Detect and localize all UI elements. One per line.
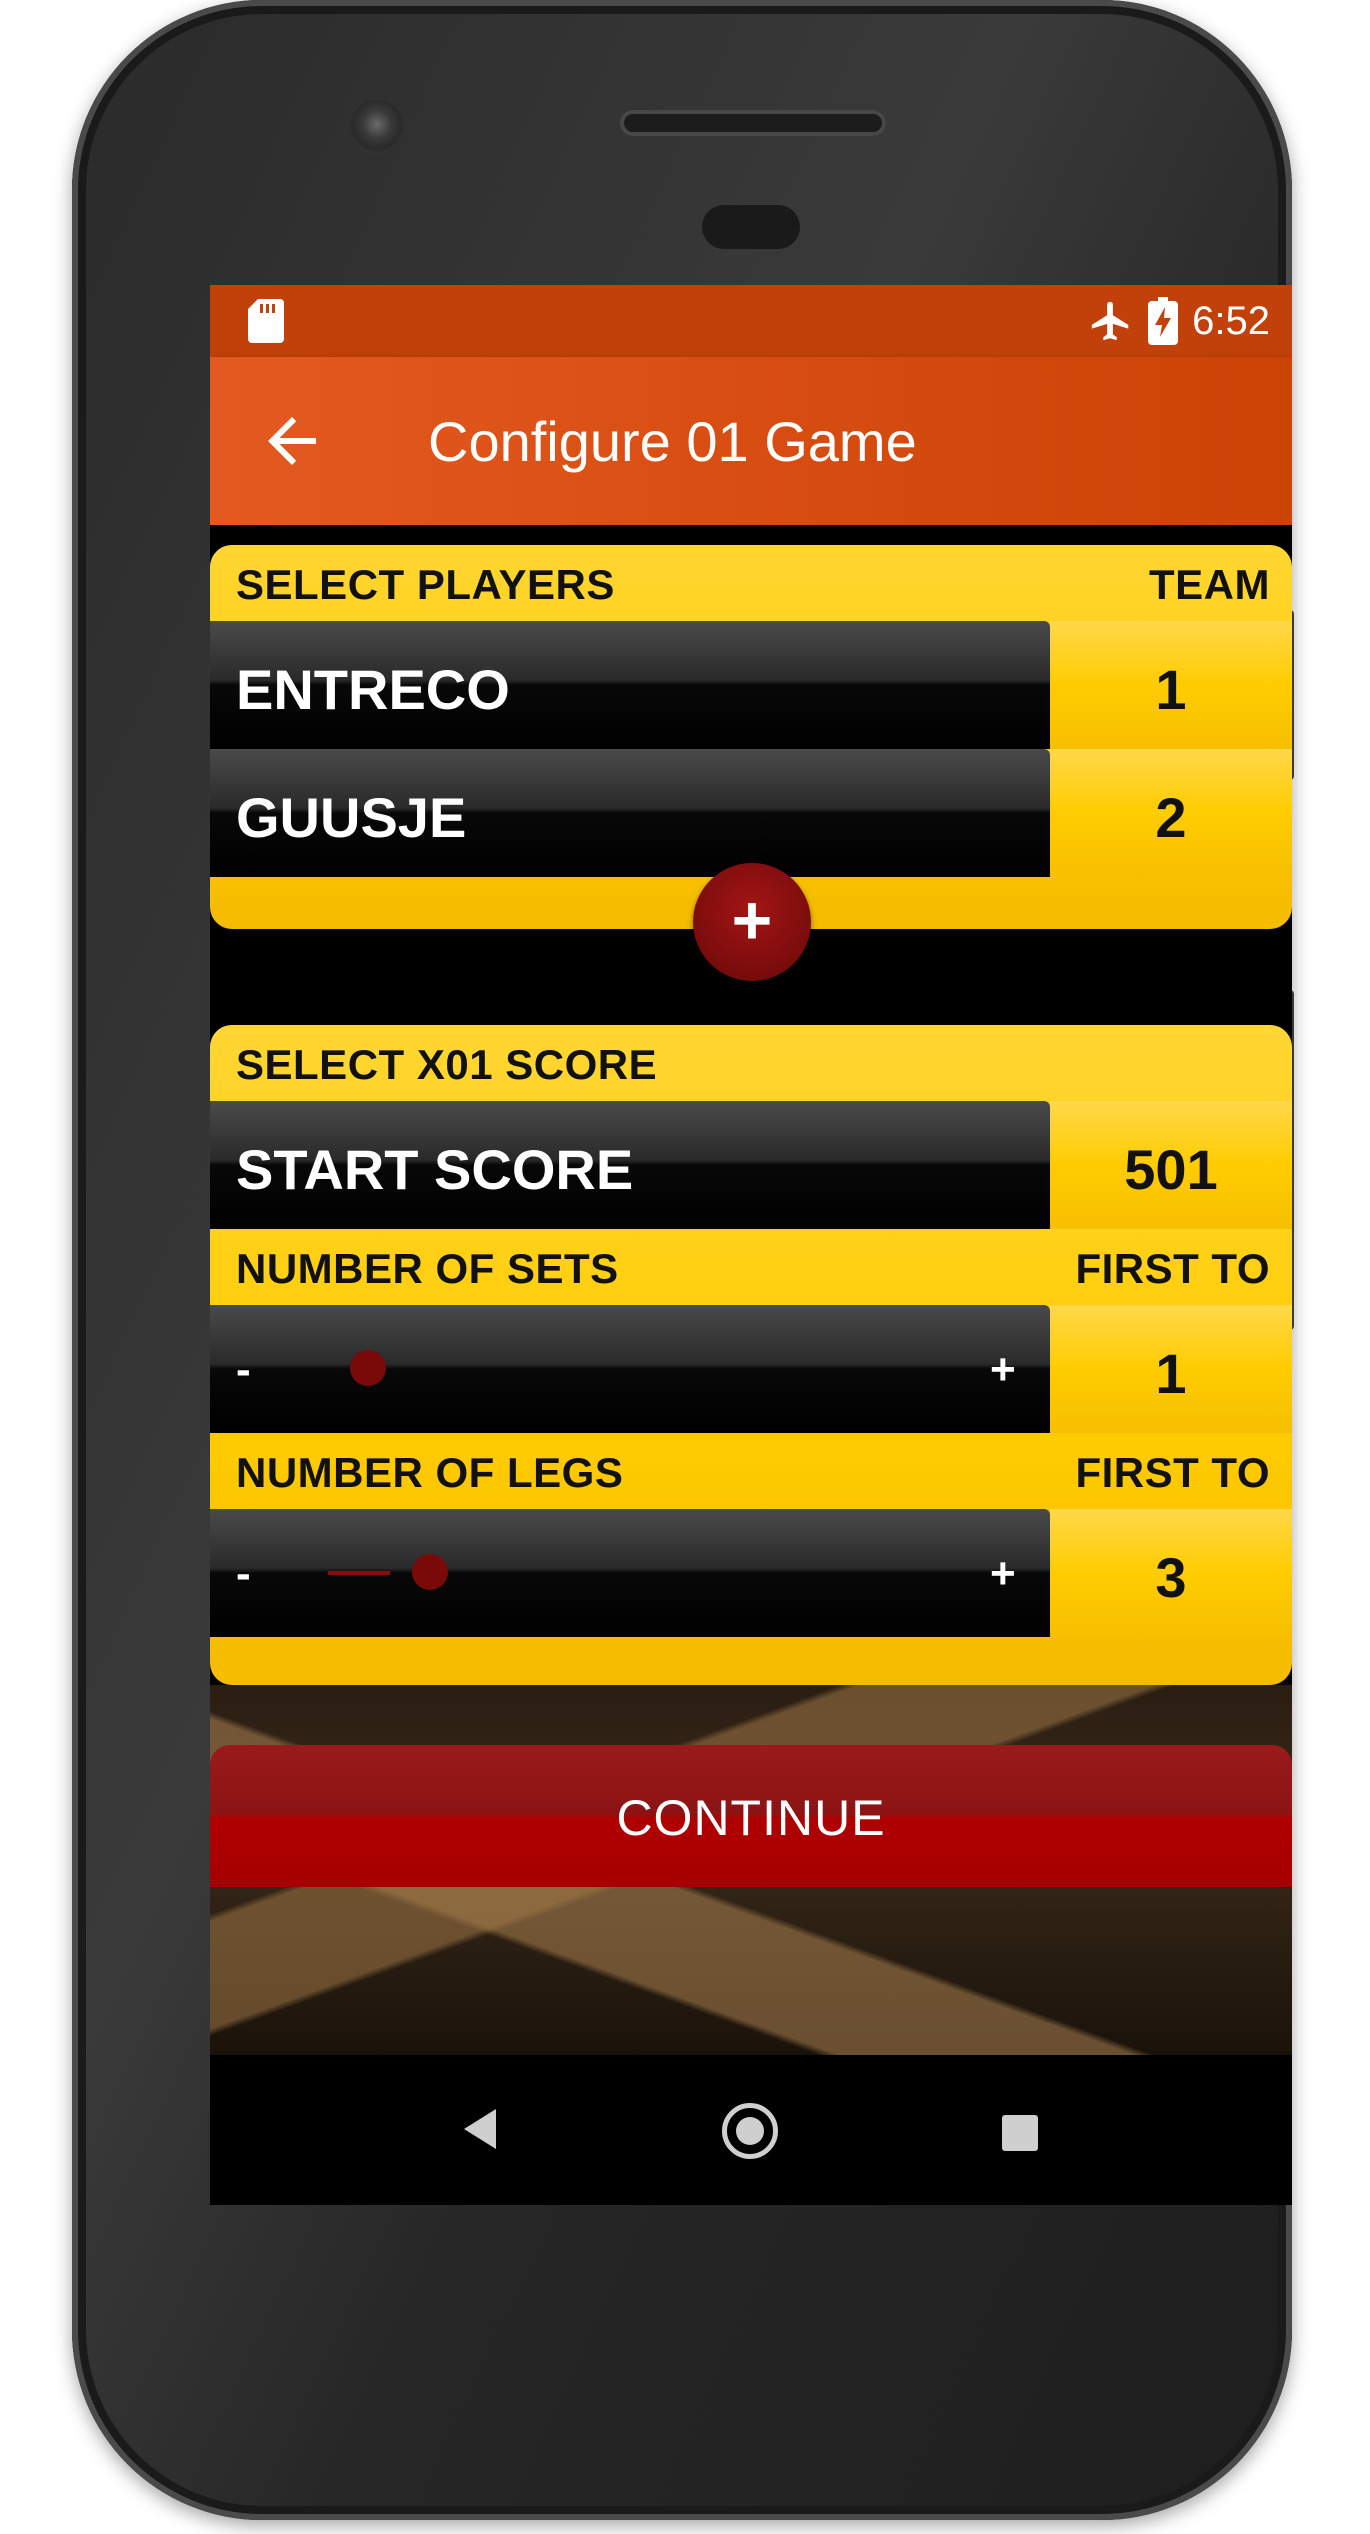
players-header: SELECT PLAYERS TEAM bbox=[210, 545, 1292, 621]
start-score-value-cell[interactable]: 501 bbox=[1050, 1101, 1292, 1229]
continue-label: CONTINUE bbox=[616, 1790, 886, 1846]
sets-slider[interactable] bbox=[328, 1350, 948, 1386]
app-bar: Configure 01 Game bbox=[210, 357, 1292, 525]
legs-header: NUMBER OF LEGS FIRST TO bbox=[210, 1433, 1292, 1509]
sets-value-cell: 1 bbox=[1050, 1305, 1292, 1433]
sets-row: - + 1 bbox=[210, 1305, 1292, 1433]
proximity-sensor bbox=[702, 205, 800, 249]
nav-home-icon[interactable] bbox=[722, 2103, 778, 2159]
legs-first-to-label: FIRST TO bbox=[1075, 1449, 1270, 1496]
sets-header: NUMBER OF SETS FIRST TO bbox=[210, 1229, 1292, 1305]
airplane-icon bbox=[1091, 301, 1129, 341]
sets-plus-button[interactable]: + bbox=[990, 1345, 1016, 1395]
legs-slider-thumb[interactable] bbox=[412, 1554, 448, 1590]
number-of-sets-label: NUMBER OF SETS bbox=[236, 1245, 619, 1292]
sets-minus-button[interactable]: - bbox=[236, 1345, 251, 1395]
nav-back-icon[interactable] bbox=[460, 2105, 500, 2153]
status-time: 6:52 bbox=[1192, 298, 1270, 343]
page-title: Configure 01 Game bbox=[428, 410, 917, 473]
nav-recents-icon[interactable] bbox=[1002, 2115, 1038, 2151]
player-team: 1 bbox=[1155, 658, 1187, 721]
arrow-left-icon[interactable] bbox=[256, 405, 328, 477]
team-label: TEAM bbox=[1149, 561, 1270, 608]
add-player-button[interactable]: + bbox=[693, 863, 811, 981]
battery-charging-icon bbox=[1148, 297, 1179, 345]
start-score-label-cell[interactable]: START SCORE bbox=[210, 1101, 1050, 1229]
player-name-cell[interactable]: ENTRECO bbox=[210, 621, 1050, 749]
legs-slider-cell: - + bbox=[210, 1509, 1050, 1637]
legs-slider[interactable] bbox=[328, 1554, 948, 1590]
legs-value-cell: 3 bbox=[1050, 1509, 1292, 1637]
legs-slider-fill bbox=[328, 1571, 390, 1575]
legs-plus-button[interactable]: + bbox=[990, 1549, 1016, 1599]
start-score-row[interactable]: START SCORE 501 bbox=[210, 1101, 1292, 1229]
continue-button[interactable]: CONTINUE bbox=[210, 1745, 1292, 1887]
select-players-label: SELECT PLAYERS bbox=[236, 561, 615, 608]
earpiece-speaker bbox=[620, 110, 886, 136]
legs-value: 3 bbox=[1155, 1546, 1187, 1609]
phone-frame: 6:52 Configure 01 Game SELECT PLAYERS TE… bbox=[72, 0, 1294, 2520]
player-name-cell[interactable]: GUUSJE bbox=[210, 749, 1050, 877]
sets-first-to-label: FIRST TO bbox=[1075, 1245, 1270, 1292]
number-of-legs-label: NUMBER OF LEGS bbox=[236, 1449, 624, 1496]
front-camera bbox=[350, 100, 404, 154]
player-team-cell[interactable]: 1 bbox=[1050, 621, 1292, 749]
legs-minus-button[interactable]: - bbox=[236, 1549, 251, 1599]
sets-value: 1 bbox=[1155, 1342, 1187, 1405]
player-row[interactable]: GUUSJE 2 bbox=[210, 749, 1292, 877]
sd-card-icon bbox=[248, 299, 284, 343]
navigation-bar bbox=[210, 2055, 1292, 2205]
player-name: GUUSJE bbox=[236, 786, 467, 849]
start-score-value: 501 bbox=[1124, 1138, 1218, 1201]
player-team: 2 bbox=[1155, 786, 1187, 849]
sets-slider-cell: - + bbox=[210, 1305, 1050, 1433]
screen: 6:52 Configure 01 Game SELECT PLAYERS TE… bbox=[210, 285, 1292, 2205]
score-card: SELECT X01 SCORE START SCORE 501 NUMBER … bbox=[210, 1025, 1292, 1685]
player-team-cell[interactable]: 2 bbox=[1050, 749, 1292, 877]
legs-row: - + 3 bbox=[210, 1509, 1292, 1637]
start-score-label: START SCORE bbox=[236, 1138, 634, 1201]
player-row[interactable]: ENTRECO 1 bbox=[210, 621, 1292, 749]
status-bar: 6:52 bbox=[210, 285, 1292, 357]
player-name: ENTRECO bbox=[236, 658, 510, 721]
sets-slider-thumb[interactable] bbox=[350, 1350, 386, 1386]
select-x01-score-label: SELECT X01 SCORE bbox=[236, 1041, 658, 1088]
score-header: SELECT X01 SCORE bbox=[210, 1025, 1292, 1101]
